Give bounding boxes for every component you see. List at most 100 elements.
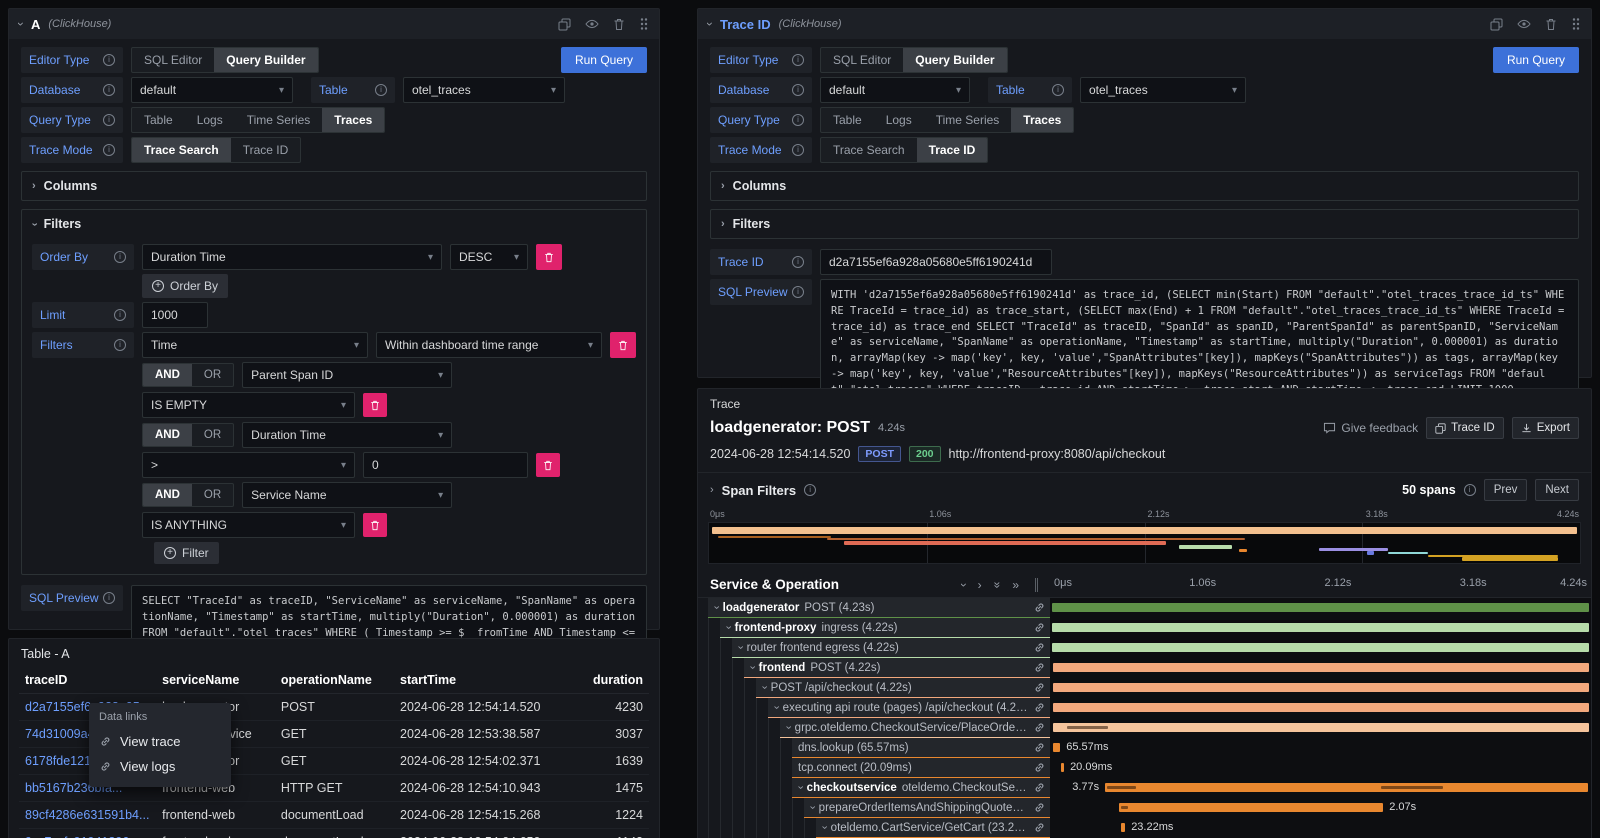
or-option[interactable]: OR [192,484,233,506]
span-collapse-icon[interactable]: › [758,686,769,690]
table-select[interactable]: otel_traces▾ [403,77,565,103]
trace-minimap[interactable]: 0μs 1.06s 2.12s 3.18s 4.24s [708,509,1581,564]
col-duration[interactable]: duration [546,667,649,694]
next-button[interactable]: Next [1535,479,1579,501]
expand-one-icon[interactable]: › [978,579,982,591]
span-link-icon[interactable] [1033,821,1046,834]
span-link-icon[interactable] [1033,621,1046,634]
col-servicename[interactable]: serviceName [156,667,275,694]
span-collapse-icon[interactable]: › [782,726,793,730]
span-label[interactable]: ›frontendPOST (4.22s) [744,658,1050,678]
query-type-table[interactable]: Table [132,108,185,132]
panel-collapse-icon[interactable]: › [15,22,27,26]
span-duration-bar[interactable] [1053,743,1060,752]
collapse-all-icon[interactable]: » [991,581,1003,588]
span-collapse-icon[interactable]: › [734,646,745,650]
span-collapse-icon[interactable]: › [794,786,805,790]
trace-id-link[interactable]: 9cc7ccfc91941896c... [19,829,156,838]
and-option[interactable]: AND [143,484,192,506]
query-type-traces[interactable]: Traces [322,108,384,132]
trace-id-link[interactable]: 89cf4286e631591b4... [19,802,156,829]
database-select[interactable]: default▾ [131,77,293,103]
columns-toggle[interactable]: ›Columns [32,172,636,200]
prev-button[interactable]: Prev [1484,479,1528,501]
add-filter-button[interactable]: +Filter [154,542,219,564]
add-order-by-button[interactable]: +Order By [142,274,228,298]
condition-3-op-select[interactable]: IS ANYTHING▾ [142,512,355,538]
time-field-select[interactable]: Time▾ [142,332,368,358]
minimap-canvas[interactable] [708,522,1581,564]
span-collapse-icon[interactable]: › [722,626,733,630]
condition-3-field-select[interactable]: Service Name▾ [242,482,452,508]
condition-2-field-select[interactable]: Duration Time▾ [242,422,452,448]
span-duration-bar[interactable] [1061,763,1064,772]
duplicate-icon[interactable] [558,18,571,31]
remove-condition-1-button[interactable] [363,393,387,417]
condition-2-op-select[interactable]: >▾ [142,452,355,478]
sql-editor-option[interactable]: SQL Editor [132,48,214,72]
or-option[interactable]: OR [192,424,233,446]
condition-1-field-select[interactable]: Parent Span ID▾ [242,362,452,388]
panel-trace-id-header[interactable]: › Trace ID (ClickHouse) [698,9,1591,39]
column-resize-handle[interactable] [1035,578,1038,592]
span-duration-bar[interactable] [1052,603,1590,612]
span-label[interactable]: dns.lookup (65.57ms) [792,738,1050,758]
remove-condition-2-button[interactable] [536,453,560,477]
trace-mode-search[interactable]: Trace Search [821,138,917,162]
panel-a-header[interactable]: › A (ClickHouse) [9,9,659,39]
span-link-icon[interactable] [1033,761,1046,774]
span-duration-bar[interactable] [1052,643,1589,652]
export-button[interactable]: Export [1512,417,1579,439]
span-link-icon[interactable] [1033,641,1046,654]
span-collapse-icon[interactable]: › [806,806,817,810]
eye-icon[interactable] [585,18,599,30]
remove-time-filter-button[interactable] [610,332,636,358]
span-label[interactable]: ›oteldemo.CartService/GetCart (23.22ms) [816,818,1050,838]
time-range-select[interactable]: Within dashboard time range▾ [376,332,602,358]
span-duration-bar[interactable] [1053,723,1589,732]
and-option[interactable]: AND [143,364,192,386]
query-builder-option[interactable]: Query Builder [214,48,317,72]
trace-id-copy-button[interactable]: Trace ID [1426,417,1504,439]
trace-id-input[interactable]: d2a7155ef6a928a05680e5ff6190241d [820,249,1052,275]
query-type-logs[interactable]: Logs [185,108,235,132]
eye-icon[interactable] [1517,18,1531,30]
span-duration-bar[interactable] [1119,803,1383,812]
duplicate-icon[interactable] [1490,18,1503,31]
span-filters-chevron[interactable]: › [710,485,714,496]
span-label[interactable]: ›POST /api/checkout (4.22s) [756,678,1050,698]
span-link-icon[interactable] [1033,661,1046,674]
remove-order-by-button[interactable] [536,244,562,270]
span-collapse-icon[interactable]: › [746,666,757,670]
order-dir-select[interactable]: DESC▾ [450,244,528,270]
limit-input[interactable]: 1000 [142,302,208,328]
span-label[interactable]: ›router frontend egress (4.22s) [732,638,1050,658]
span-link-icon[interactable] [1033,801,1046,814]
query-type-table[interactable]: Table [821,108,874,132]
col-starttime[interactable]: startTime [394,667,546,694]
drag-handle-icon[interactable] [1571,17,1581,31]
query-type-logs[interactable]: Logs [874,108,924,132]
span-duration-bar[interactable] [1053,683,1590,692]
span-link-icon[interactable] [1033,681,1046,694]
span-duration-bar[interactable] [1053,663,1590,672]
give-feedback-button[interactable]: Give feedback [1323,421,1418,435]
delete-panel-icon[interactable] [1545,18,1557,31]
query-type-timeseries[interactable]: Time Series [235,108,323,132]
span-collapse-icon[interactable]: › [710,606,721,610]
span-label[interactable]: ›frontend-proxyingress (4.22s) [720,618,1050,638]
span-link-icon[interactable] [1033,781,1046,794]
condition-2-value-input[interactable]: 0 [363,452,528,478]
sql-editor-option[interactable]: SQL Editor [821,48,903,72]
drag-handle-icon[interactable] [639,17,649,31]
span-label[interactable]: ›loadgeneratorPOST (4.23s) [708,598,1050,618]
span-label[interactable]: ›grpc.oteldemo.CheckoutService/PlaceOrde… [780,718,1050,738]
col-traceid[interactable]: traceID [19,667,156,694]
and-option[interactable]: AND [143,424,192,446]
span-label[interactable]: ›executing api route (pages) /api/checko… [768,698,1050,718]
condition-1-op-select[interactable]: IS EMPTY▾ [142,392,355,418]
table-select[interactable]: otel_traces▾ [1080,77,1246,103]
filters-toggle[interactable]: ›Filters [721,210,1568,238]
span-link-icon[interactable] [1033,741,1046,754]
trace-mode-search[interactable]: Trace Search [132,138,231,162]
